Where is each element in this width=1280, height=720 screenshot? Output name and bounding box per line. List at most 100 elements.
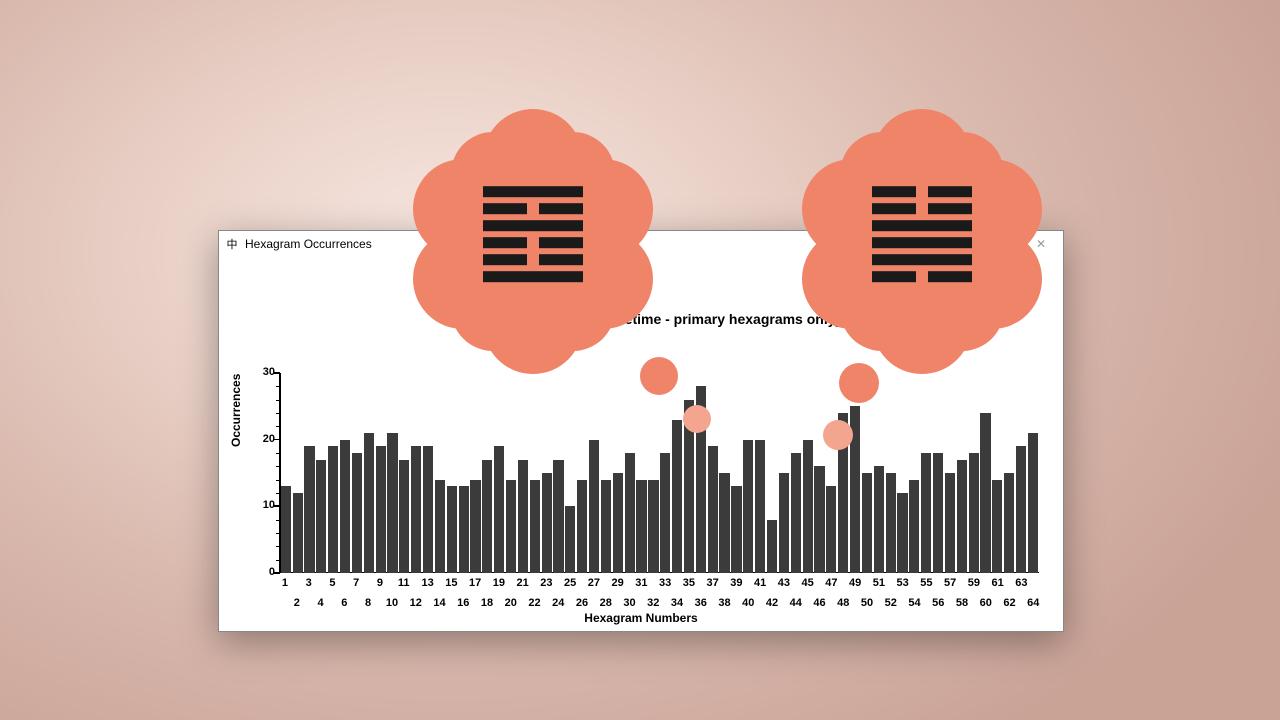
bar — [340, 440, 350, 573]
x-tick-label: 1 — [279, 577, 291, 589]
x-tick-label: 8 — [362, 597, 374, 609]
x-tick-label: 5 — [327, 577, 339, 589]
bar — [506, 480, 516, 573]
bar — [316, 460, 326, 573]
plot-region: 0102030 — [279, 373, 1039, 573]
bar — [992, 480, 1002, 573]
y-axis-label: Occurrences — [229, 374, 243, 447]
x-tick-label: 19 — [493, 577, 505, 589]
bar — [886, 473, 896, 573]
bar — [364, 433, 374, 573]
y-tick-label: 10 — [253, 499, 275, 511]
x-tick-label: 10 — [386, 597, 398, 609]
x-tick-label: 51 — [873, 577, 885, 589]
x-tick-label: 36 — [695, 597, 707, 609]
x-tick-label: 20 — [505, 597, 517, 609]
app-icon: 中 — [225, 236, 239, 252]
x-tick-label: 22 — [528, 597, 540, 609]
bar — [613, 473, 623, 573]
x-tick-label: 31 — [635, 577, 647, 589]
thought-dot-49a — [823, 420, 853, 450]
x-tick-label: 3 — [303, 577, 315, 589]
bar — [945, 473, 955, 573]
bar — [672, 420, 682, 573]
x-tick-label: 29 — [612, 577, 624, 589]
x-tick-label: 32 — [647, 597, 659, 609]
bar — [803, 440, 813, 573]
x-tick-label: 64 — [1027, 597, 1039, 609]
bar — [482, 460, 492, 573]
x-tick-label: 59 — [968, 577, 980, 589]
bar — [494, 446, 504, 573]
bar — [814, 466, 824, 573]
x-tick-label: 6 — [338, 597, 350, 609]
x-tick-label: 35 — [683, 577, 695, 589]
x-tick-label: 27 — [588, 577, 600, 589]
bar — [625, 453, 635, 573]
bar — [376, 446, 386, 573]
bar — [731, 486, 741, 573]
bar — [470, 480, 480, 573]
x-tick-label: 18 — [481, 597, 493, 609]
x-axis-label: Hexagram Numbers — [219, 611, 1063, 625]
bar — [648, 480, 658, 573]
x-tick-label: 52 — [885, 597, 897, 609]
bar — [708, 446, 718, 573]
window-title: Hexagram Occurrences — [245, 237, 372, 251]
x-tick-label: 60 — [980, 597, 992, 609]
bar — [660, 453, 670, 573]
bar — [1016, 446, 1026, 573]
x-tick-label: 47 — [825, 577, 837, 589]
bar — [565, 506, 575, 573]
x-tick-label: 15 — [445, 577, 457, 589]
bar — [304, 446, 314, 573]
x-tick-label: 13 — [422, 577, 434, 589]
bar — [293, 493, 303, 573]
x-tick-label: 54 — [908, 597, 920, 609]
x-tick-label: 4 — [315, 597, 327, 609]
x-tick-label: 16 — [457, 597, 469, 609]
x-tick-label: 17 — [469, 577, 481, 589]
x-tick-label: 57 — [944, 577, 956, 589]
x-tick-label: 43 — [778, 577, 790, 589]
bar — [933, 453, 943, 573]
x-tick-label: 41 — [754, 577, 766, 589]
x-tick-label: 28 — [600, 597, 612, 609]
bar — [601, 480, 611, 573]
x-tick-label: 25 — [564, 577, 576, 589]
hexagram-49-icon — [872, 186, 972, 282]
x-tick-label: 50 — [861, 597, 873, 609]
bar — [553, 460, 563, 573]
x-tick-label: 53 — [897, 577, 909, 589]
x-tick-label: 7 — [350, 577, 362, 589]
x-tick-label: 48 — [837, 597, 849, 609]
bar — [328, 446, 338, 573]
bar — [957, 460, 967, 573]
x-tick-label: 45 — [802, 577, 814, 589]
bar — [387, 433, 397, 573]
x-tick-label: 37 — [707, 577, 719, 589]
y-tick-label: 20 — [253, 433, 275, 445]
bar — [826, 486, 836, 573]
x-tick-label: 11 — [398, 577, 410, 589]
bar — [791, 453, 801, 573]
x-tick-label: 49 — [849, 577, 861, 589]
bar — [411, 446, 421, 573]
x-tick-label: 26 — [576, 597, 588, 609]
bar — [459, 486, 469, 573]
x-tick-label: 62 — [1003, 597, 1015, 609]
bar — [1028, 433, 1038, 573]
bar — [281, 486, 291, 573]
bar — [518, 460, 528, 573]
x-tick-label: 63 — [1015, 577, 1027, 589]
bar — [636, 480, 646, 573]
x-tick-label: 30 — [623, 597, 635, 609]
bar — [874, 466, 884, 573]
x-tick-label: 14 — [433, 597, 445, 609]
x-tick-label: 23 — [540, 577, 552, 589]
bar — [589, 440, 599, 573]
x-ticks-row-odd: 1357911131517192123252729313335373941434… — [279, 577, 1039, 589]
bar — [530, 480, 540, 573]
bar — [1004, 473, 1014, 573]
bar — [577, 480, 587, 573]
